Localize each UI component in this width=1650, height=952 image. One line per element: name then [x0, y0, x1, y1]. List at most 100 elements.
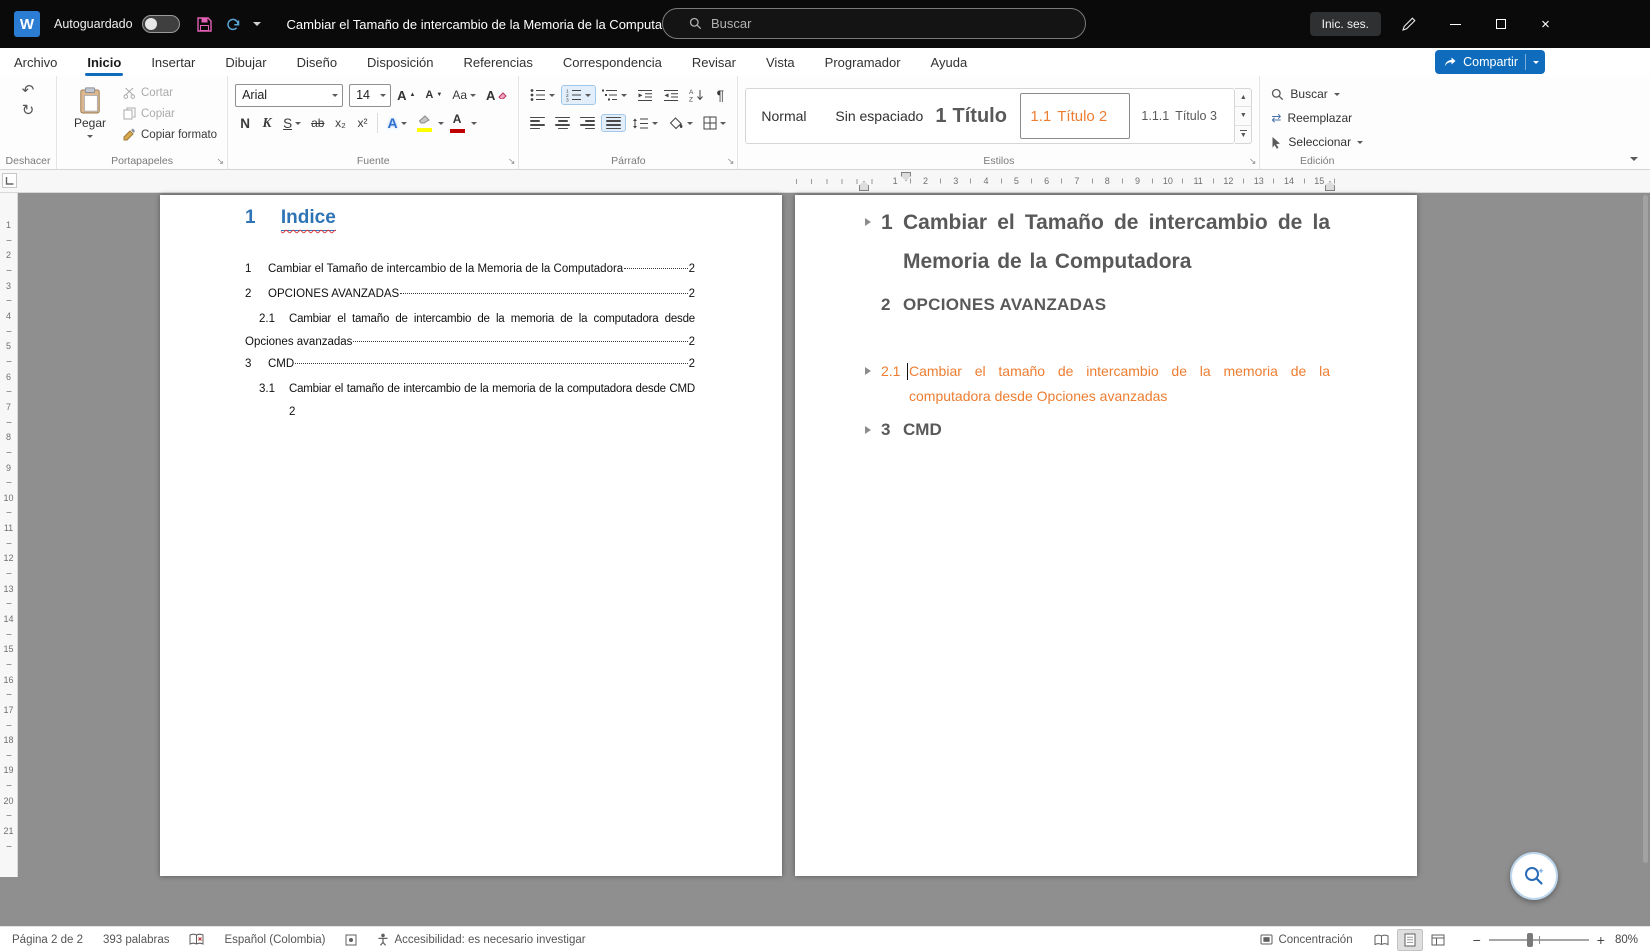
page-content[interactable]: 1 Cambiar el Tamaño de intercambio de la…	[795, 195, 1417, 876]
proofing-status-icon[interactable]	[189, 933, 204, 946]
style-titulo-2-selected[interactable]: 1.1 Título 2	[1020, 93, 1131, 139]
zoom-out-button[interactable]: −	[1473, 932, 1481, 948]
collapse-heading-triangle-icon[interactable]	[865, 367, 871, 375]
tab-selector-icon[interactable]	[2, 173, 17, 188]
line-spacing-button[interactable]	[628, 115, 662, 132]
show-paragraph-marks-button[interactable]: ¶	[710, 85, 730, 105]
search-assistant-button[interactable]	[1510, 852, 1558, 900]
cut-button[interactable]: Cortar	[120, 82, 220, 103]
tab-inicio[interactable]: Inicio	[85, 48, 124, 76]
collapse-heading-triangle-icon[interactable]	[865, 218, 871, 226]
tab-referencias[interactable]: Referencias	[462, 48, 535, 76]
tab-dibujar[interactable]: Dibujar	[223, 48, 268, 76]
copy-button[interactable]: Copiar	[120, 103, 220, 124]
align-right-button[interactable]	[576, 115, 599, 132]
heading-2-1[interactable]: 2.1 Cambiar el tamaño de intercambio de …	[865, 359, 1330, 409]
sign-in-button[interactable]: Inic. ses.	[1309, 12, 1381, 36]
accessibility-status[interactable]: Accesibilidad: es necesario investigar	[377, 933, 586, 946]
zoom-slider-thumb[interactable]	[1526, 932, 1533, 947]
tab-ayuda[interactable]: Ayuda	[929, 48, 970, 76]
customize-quick-access-chevron-icon[interactable]	[252, 22, 261, 30]
page-toc[interactable]: 1 Indice 1 Cambiar el Tamaño de intercam…	[160, 195, 782, 876]
style-normal[interactable]: Normal	[746, 89, 820, 143]
toc-entry[interactable]: 3.1 Cambiar el tamaño de intercambio de …	[245, 377, 695, 402]
borders-button[interactable]	[699, 114, 730, 132]
format-painter-button[interactable]: Copiar formato	[120, 124, 220, 145]
replace-button[interactable]: ⇄ Reemplazar	[1267, 106, 1367, 130]
paste-button[interactable]: Pegar	[64, 82, 116, 146]
styles-gallery-expand-icon[interactable]: ▼	[1235, 126, 1251, 143]
redo-repeat-icon[interactable]: ↻	[22, 102, 35, 120]
document-title[interactable]: Cambiar el Tamaño de intercambio de la M…	[287, 17, 705, 32]
toc-entry-continuation[interactable]: Opciones avanzadas 2	[245, 332, 695, 352]
style-titulo-3[interactable]: 1.1.1 Título 3	[1132, 89, 1232, 143]
change-case-button[interactable]: Aa	[448, 86, 480, 104]
macro-record-icon[interactable]	[345, 934, 357, 946]
heading-3[interactable]: 3 CMD	[865, 420, 1330, 440]
undo-icon[interactable]: ↶	[22, 82, 35, 100]
bold-button[interactable]: N	[235, 114, 255, 133]
maximize-button[interactable]	[1478, 0, 1523, 48]
share-button[interactable]: Compartir	[1435, 50, 1545, 74]
collapse-heading-triangle-icon[interactable]	[865, 426, 871, 434]
tab-correspondencia[interactable]: Correspondencia	[561, 48, 664, 76]
toc-heading[interactable]: 1 Indice	[245, 207, 695, 231]
select-button[interactable]: Seleccionar	[1267, 130, 1367, 154]
toc-entry[interactable]: 3 CMD 2	[245, 352, 695, 377]
close-button[interactable]: ×	[1523, 0, 1568, 48]
vertical-scrollbar[interactable]	[1643, 195, 1648, 863]
focus-mode-button[interactable]: Concentración	[1260, 934, 1353, 946]
read-mode-view-button[interactable]	[1369, 929, 1395, 951]
word-count[interactable]: 393 palabras	[103, 934, 170, 946]
page-indicator[interactable]: Página 2 de 2	[12, 934, 83, 946]
justify-button[interactable]	[601, 113, 627, 133]
highlight-color-button[interactable]	[413, 113, 436, 134]
bullets-button[interactable]	[526, 86, 559, 104]
italic-button[interactable]: K	[257, 113, 277, 133]
toc-entry[interactable]: 2.1 Cambiar el tamaño de intercambio de …	[245, 307, 695, 332]
tab-programador[interactable]: Programador	[823, 48, 903, 76]
clipboard-dialog-launcher-icon[interactable]: ↘	[217, 157, 225, 166]
multilevel-list-button[interactable]	[598, 86, 631, 104]
paragraph-dialog-launcher-icon[interactable]: ↘	[727, 157, 735, 166]
increase-indent-button[interactable]	[659, 87, 683, 104]
search-input[interactable]: Buscar	[662, 8, 1086, 39]
styles-scroll-down-icon[interactable]: ▼	[1235, 107, 1252, 126]
style-sin-espaciado[interactable]: Sin espaciado	[820, 89, 926, 143]
save-icon[interactable]	[196, 16, 213, 33]
tab-disposicion[interactable]: Disposición	[365, 48, 435, 76]
subscript-button[interactable]: x₂	[330, 114, 350, 132]
toc-entry[interactable]: 2 OPCIONES AVANZADAS 2	[245, 282, 695, 307]
web-layout-view-button[interactable]	[1425, 929, 1451, 951]
numbering-button[interactable]: 123	[561, 85, 597, 105]
find-button[interactable]: Buscar	[1267, 82, 1367, 106]
highlight-chevron-icon[interactable]	[437, 122, 444, 128]
heading-2[interactable]: 2 OPCIONES AVANZADAS	[865, 295, 1330, 315]
styles-scroll-up-icon[interactable]: ▲	[1235, 89, 1252, 108]
shading-button[interactable]	[664, 115, 697, 132]
decrease-indent-button[interactable]	[633, 87, 657, 104]
collapse-ribbon-chevron-icon[interactable]	[1630, 157, 1638, 165]
align-center-button[interactable]	[551, 115, 574, 132]
align-left-button[interactable]	[526, 115, 549, 132]
tab-insertar[interactable]: Insertar	[149, 48, 197, 76]
clear-formatting-button[interactable]: A	[482, 86, 511, 105]
heading-1[interactable]: 1 Cambiar el Tamaño de intercambio de la…	[865, 203, 1330, 281]
shrink-font-button[interactable]: A ▼	[421, 87, 446, 103]
ink-pen-icon[interactable]	[1401, 16, 1417, 32]
font-color-button[interactable]: A	[446, 111, 469, 135]
text-effects-button[interactable]: A	[383, 113, 410, 133]
tab-revisar[interactable]: Revisar	[690, 48, 738, 76]
redo-icon[interactable]	[225, 17, 241, 32]
sort-button[interactable]: AZ	[685, 86, 708, 104]
font-size-combobox[interactable]: 14	[349, 83, 392, 107]
strikethrough-button[interactable]: ab	[307, 114, 328, 132]
toc-entry[interactable]: 1 Cambiar el Tamaño de intercambio de la…	[245, 257, 695, 282]
style-titulo-1[interactable]: 1 Título	[926, 89, 1018, 143]
zoom-level[interactable]: 80%	[1615, 934, 1638, 946]
font-dialog-launcher-icon[interactable]: ↘	[508, 157, 516, 166]
tab-diseno[interactable]: Diseño	[295, 48, 339, 76]
autosave-toggle[interactable]	[141, 15, 180, 33]
language-indicator[interactable]: Español (Colombia)	[224, 934, 325, 946]
font-family-combobox[interactable]: Arial	[235, 83, 344, 107]
